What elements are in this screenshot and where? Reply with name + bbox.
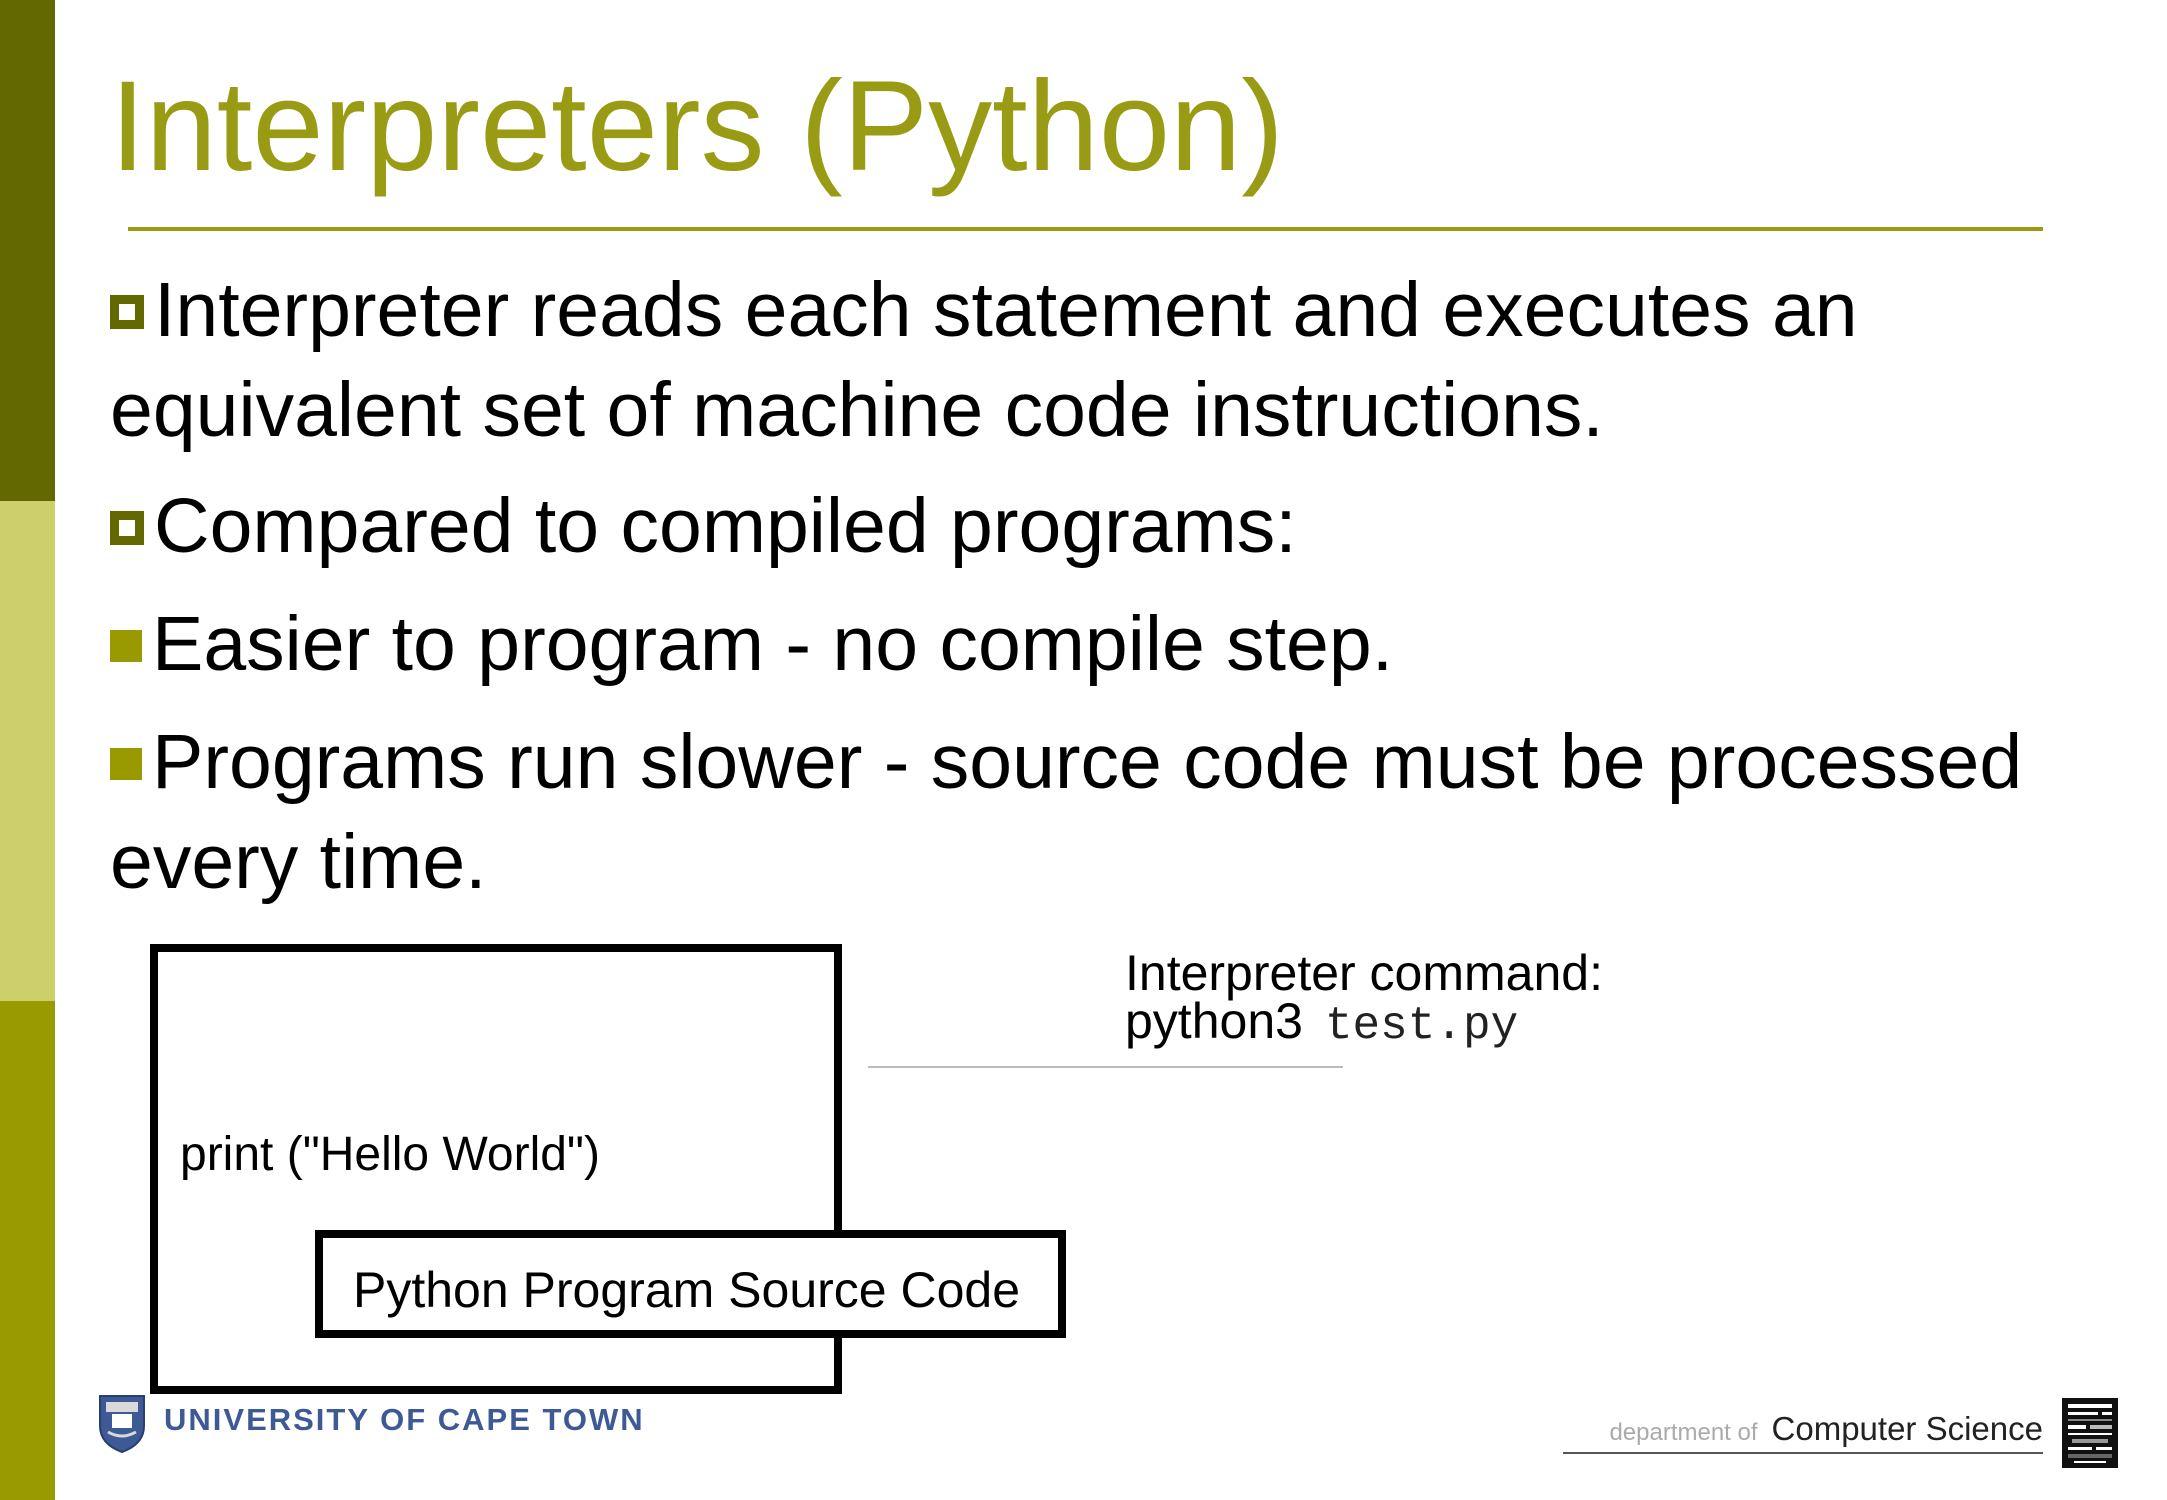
university-name: UNIVERSITY OF CAPE TOWN [164, 1402, 645, 1437]
source-code-text: print ("Hello World") [180, 1128, 600, 1181]
hollow-square-bullet-icon [110, 294, 144, 329]
command-argument: test.py [1324, 1000, 1519, 1052]
sub-bullet-1: Easier to program - no compile step. [110, 594, 1393, 694]
command-line: python3 test.py [1125, 996, 1518, 1051]
title-underline [128, 227, 2043, 231]
bullet-1-continuation: equivalent set of machine code instructi… [110, 367, 1604, 453]
solid-square-bullet-icon [110, 629, 142, 662]
command-caption: Interpreter command: [1125, 945, 1603, 1001]
hollow-square-bullet-icon [110, 510, 144, 545]
bullet-1: Interpreter reads each statement and exe… [110, 260, 1858, 360]
sidebar-light-segment [0, 501, 55, 1001]
department-name: Computer Science [1771, 1410, 2043, 1447]
sub-bullet-2-continuation: every time. [110, 819, 487, 905]
sidebar-dark-segment [0, 0, 55, 501]
bullet-2: Compared to compiled programs: [110, 476, 1297, 576]
slide-title: Interpreters (Python) [110, 55, 1284, 198]
uct-crest-icon [99, 1395, 145, 1454]
command-name: python3 [1125, 993, 1303, 1049]
cs-logo-icon [2062, 1398, 2118, 1468]
sub-bullet-2: Programs run slower - source code must b… [110, 712, 2022, 812]
bullet-2-text: Compared to compiled programs: [154, 483, 1297, 569]
bullet-1-text: Interpreter reads each statement and exe… [154, 267, 1858, 353]
connector-line [868, 1066, 1343, 1068]
department-prefix: department of [1609, 1419, 1758, 1446]
source-label-box: Python Program Source Code [315, 1230, 1066, 1338]
department-underline [1563, 1452, 2043, 1454]
sub-bullet-1-text: Easier to program - no compile step. [152, 601, 1394, 687]
department-label: department of Computer Science [1609, 1410, 2043, 1448]
solid-square-bullet-icon [110, 747, 142, 780]
source-label-text: Python Program Source Code [353, 1262, 1021, 1318]
sub-bullet-2-text: Programs run slower - source code must b… [152, 719, 2023, 805]
sidebar-mid-segment [0, 1001, 55, 1500]
